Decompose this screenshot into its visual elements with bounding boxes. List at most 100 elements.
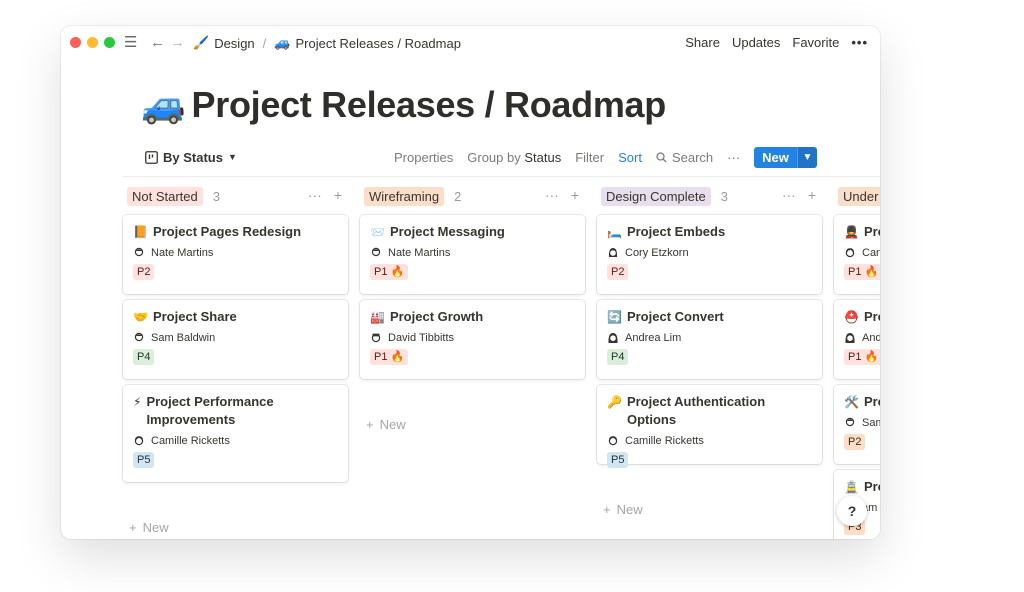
add-card-button[interactable]: + New: [366, 417, 406, 432]
column-more-icon[interactable]: ···: [545, 187, 559, 203]
plus-icon: +: [603, 502, 611, 517]
board-card[interactable]: 🛠️ Proj Sam P2: [834, 385, 880, 464]
column-status-tag[interactable]: Not Started: [127, 186, 203, 206]
avatar-icon: [134, 247, 144, 257]
column-header: Design Complete 3 ··· +: [597, 184, 822, 208]
forward-arrow-icon[interactable]: →: [170, 35, 185, 51]
column-add-icon[interactable]: +: [571, 187, 579, 203]
card-assignee: Andrea Lim: [607, 332, 812, 344]
board-column-wireframing: Wireframing 2 ··· + 📨 Project Messaging …: [360, 184, 585, 432]
toolbar-divider: [123, 176, 880, 177]
column-count: 2: [454, 188, 462, 204]
card-assignee: Cory Etzkorn: [607, 247, 812, 259]
new-dropdown-chevron-icon[interactable]: ▼: [796, 146, 817, 168]
board-column-design-complete: Design Complete 3 ··· + 🛏️ Project Embed…: [597, 184, 822, 517]
lightning-icon: ⚡: [133, 395, 142, 409]
add-card-label: New: [379, 417, 406, 432]
assignee-name: And: [862, 332, 880, 344]
help-button[interactable]: ?: [837, 496, 867, 526]
card-assignee: Sam: [844, 417, 880, 429]
app-window: ☰ ← → 🖌️ Design / 🚙 Project Releases / R…: [61, 26, 880, 539]
board-card[interactable]: ⛑️ Proj And P1 🔥: [834, 300, 880, 379]
card-title-text: Project Messaging: [389, 224, 505, 239]
avatar-icon: [845, 333, 855, 343]
add-card-button[interactable]: + New: [129, 520, 169, 535]
page-car-icon[interactable]: 🚙: [141, 84, 186, 126]
card-title-text: Project Embeds: [626, 224, 726, 239]
search-icon: [656, 151, 667, 162]
card-assignee: Sam Baldwin: [133, 332, 338, 344]
column-more-icon[interactable]: ···: [308, 187, 322, 203]
more-options-icon[interactable]: •••: [851, 35, 868, 50]
page-title-text[interactable]: Project Releases / Roadmap: [192, 84, 667, 126]
board-card[interactable]: 🏭 Project Growth David Tibbitts P1 🔥: [360, 300, 585, 379]
group-by-button[interactable]: Group by Status: [467, 150, 561, 165]
minimize-window-button[interactable]: [87, 37, 98, 48]
board-card[interactable]: 🛏️ Project Embeds Cory Etzkorn P2: [597, 215, 822, 294]
share-button[interactable]: Share: [685, 35, 720, 50]
assignee-name: Nate Martins: [388, 247, 451, 259]
new-button[interactable]: New: [754, 146, 797, 168]
column-add-icon[interactable]: +: [808, 187, 816, 203]
add-card-label: New: [616, 502, 643, 517]
breadcrumb: 🖌️ Design / 🚙 Project Releases / Roadmap: [193, 35, 461, 51]
board-card[interactable]: 💂 Proj Can P1 🔥: [834, 215, 880, 294]
sort-button[interactable]: Sort: [618, 150, 642, 165]
priority-badge: P2: [607, 264, 629, 280]
card-title-text: Proj: [863, 309, 880, 324]
assignee-name: David Tibbitts: [388, 332, 455, 344]
board-card[interactable]: 🔄 Project Convert Andrea Lim P4: [597, 300, 822, 379]
maximize-window-button[interactable]: [104, 37, 115, 48]
card-title: 🚊 Proj: [844, 478, 880, 496]
board-card[interactable]: 📙 Project Pages Redesign Nate Martins P2: [123, 215, 348, 294]
view-more-icon[interactable]: ···: [727, 150, 740, 165]
favorite-button[interactable]: Favorite: [792, 35, 839, 50]
card-assignee: Nate Martins: [133, 247, 338, 259]
properties-button[interactable]: Properties: [394, 150, 453, 165]
column-status-tag[interactable]: Design Complete: [601, 186, 711, 206]
sidebar-menu-icon[interactable]: ☰: [124, 35, 137, 51]
breadcrumb-current-page[interactable]: Project Releases / Roadmap: [295, 36, 460, 51]
breadcrumb-design[interactable]: Design: [214, 36, 254, 51]
board-card[interactable]: ⚡ Project Performance Improvements Camil…: [123, 385, 348, 482]
priority-badge: P4: [133, 349, 155, 365]
add-card-button[interactable]: + New: [603, 502, 643, 517]
card-title-text: Project Growth: [389, 309, 484, 324]
filter-button[interactable]: Filter: [575, 150, 604, 165]
board-card[interactable]: 🤝 Project Share Sam Baldwin P4: [123, 300, 348, 379]
avatar-icon: [845, 248, 855, 258]
board-card[interactable]: 📨 Project Messaging Nate Martins P1 🔥: [360, 215, 585, 294]
column-tools: ··· +: [545, 187, 579, 203]
top-bar: ☰ ← → 🖌️ Design / 🚙 Project Releases / R…: [61, 26, 880, 60]
card-title: 🛏️ Project Embeds: [607, 223, 812, 241]
column-tools: ··· +: [782, 187, 816, 203]
card-assignee: Camille Ricketts: [133, 435, 338, 447]
card-assignee: David Tibbitts: [370, 332, 575, 344]
view-selector[interactable]: By Status ▼: [145, 150, 237, 165]
card-title-text: Project Performance Improvements: [146, 394, 274, 427]
avatar-icon: [608, 248, 618, 257]
column-status-tag[interactable]: Under: [838, 186, 880, 206]
column-more-icon[interactable]: ···: [782, 187, 796, 203]
board-view-icon: [145, 150, 158, 164]
column-status-tag[interactable]: Wireframing: [364, 186, 445, 206]
column-count: 3: [720, 188, 728, 204]
column-add-icon[interactable]: +: [334, 187, 342, 203]
card-title: 📙 Project Pages Redesign: [133, 223, 338, 241]
updates-button[interactable]: Updates: [732, 35, 780, 50]
tram-icon: 🚊: [844, 480, 859, 494]
priority-badge: P2: [844, 434, 866, 450]
card-assignee: Nate Martins: [370, 247, 575, 259]
search-button[interactable]: Search: [656, 150, 713, 165]
assignee-name: Can: [862, 247, 880, 259]
card-assignee: And: [844, 332, 880, 344]
board-card[interactable]: 🔑 Project Authentication Options Camille…: [597, 385, 822, 468]
priority-badge: P1 🔥: [370, 349, 409, 365]
back-arrow-icon[interactable]: ←: [150, 35, 165, 51]
avatar-icon: [608, 436, 618, 446]
bed-icon: 🛏️: [607, 225, 622, 239]
view-toolbar: By Status ▼ Properties Group by Status F…: [145, 144, 880, 170]
paintbrush-icon: 🖌️: [193, 35, 210, 50]
priority-badge: P1 🔥: [844, 349, 880, 365]
close-window-button[interactable]: [70, 37, 81, 48]
